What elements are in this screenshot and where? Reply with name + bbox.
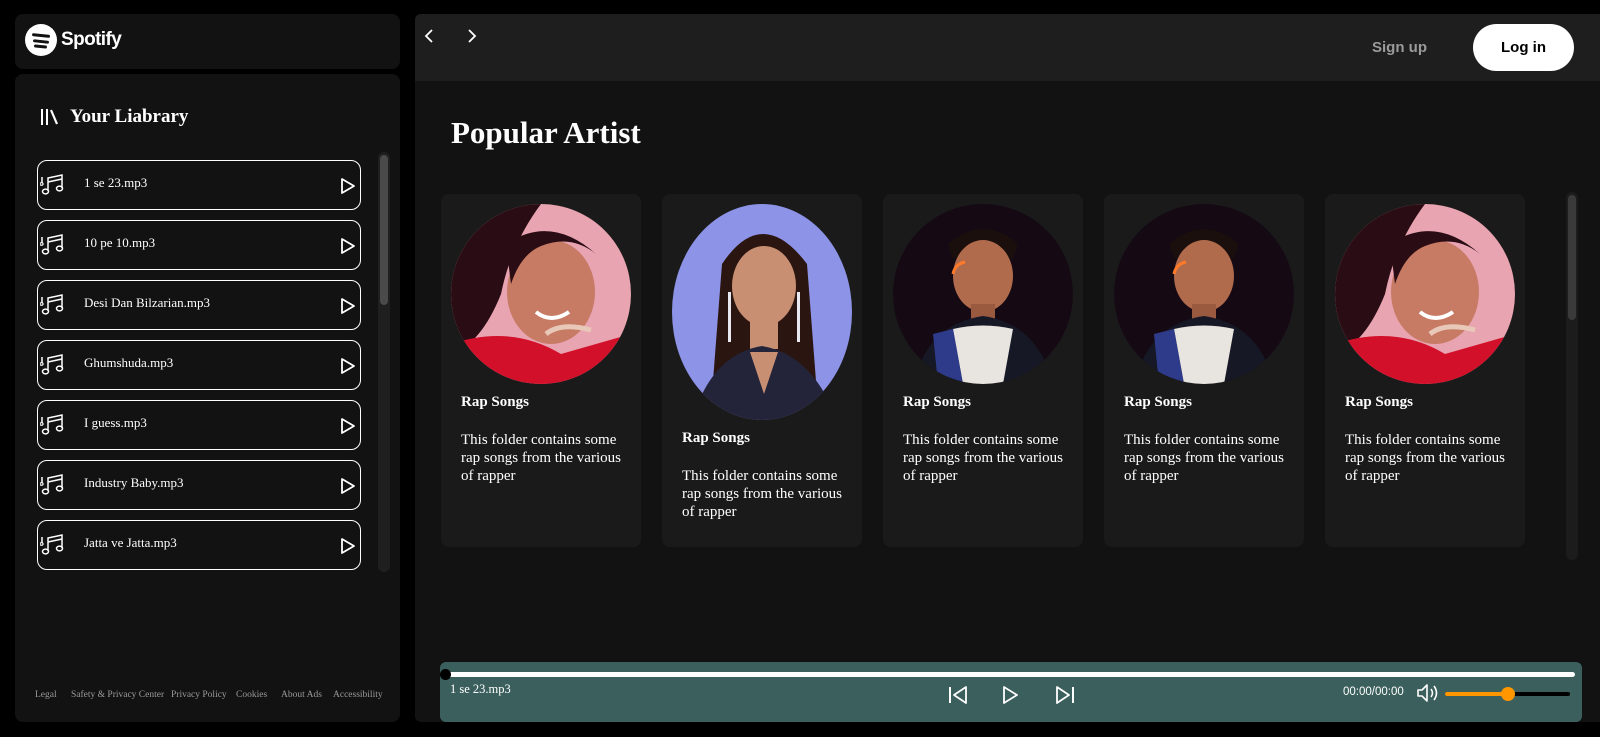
library-panel: Your Liabrary 1 se 23.mp3 10 pe 10.mp3 Des…	[15, 74, 400, 722]
play-icon[interactable]	[337, 296, 357, 316]
play-button[interactable]	[997, 682, 1023, 708]
song-name: Jatta ve Jatta.mp3	[84, 535, 177, 550]
artist-card[interactable]: Rap Songs This folder contains some rap …	[1104, 194, 1304, 547]
section-title: Popular Artist	[451, 115, 641, 150]
artist-image	[672, 204, 852, 420]
volume-level	[1445, 692, 1508, 696]
skip-back-icon	[949, 686, 967, 704]
artist-image	[893, 204, 1073, 384]
song-name: Desi Dan Bilzarian.mp3	[84, 295, 210, 310]
song-item[interactable]: Jatta ve Jatta.mp3	[37, 520, 361, 570]
footer-link-cookies[interactable]: Cookies	[236, 690, 281, 701]
brand-name: Spotify	[61, 29, 122, 50]
library-icon	[41, 109, 59, 125]
song-name: 10 pe 10.mp3	[84, 235, 156, 250]
cards-scrollbar[interactable]	[1566, 192, 1578, 560]
volume-handle[interactable]	[1500, 687, 1515, 701]
music-note-icon	[40, 294, 64, 315]
song-name: Ghumshuda.mp3	[84, 355, 174, 370]
seek-bar[interactable]	[445, 672, 1575, 677]
forward-button[interactable]	[461, 25, 483, 47]
music-note-icon	[40, 414, 64, 435]
play-icon[interactable]	[337, 356, 357, 376]
footer-link-legal[interactable]: Legal	[35, 690, 71, 701]
music-note-icon	[40, 234, 64, 255]
music-note-icon	[40, 474, 64, 495]
logo-panel: Spotify	[15, 14, 400, 69]
artist-card[interactable]: Rap Songs This folder contains some rap …	[441, 194, 641, 547]
artist-cards: Rap Songs This folder contains some rap …	[441, 194, 1541, 547]
song-item[interactable]: I guess.mp3	[37, 400, 361, 450]
volume-slider[interactable]	[1445, 687, 1570, 701]
song-item[interactable]: Ghumshuda.mp3	[37, 340, 361, 390]
seek-handle[interactable]	[440, 669, 451, 680]
library-title: Your Liabrary	[70, 106, 189, 127]
signup-button[interactable]: Sign up	[1372, 39, 1427, 56]
footer-link-ads[interactable]: About Ads	[281, 690, 333, 701]
artist-image	[1335, 204, 1515, 384]
footer-links: Legal Safety & Privacy Center Privacy Po…	[35, 690, 395, 701]
volume-icon[interactable]	[1416, 682, 1440, 704]
footer-link-safety[interactable]: Safety & Privacy Center	[71, 690, 171, 701]
main-panel: Sign up Log in Popular Artist Rap Songs …	[415, 14, 1600, 722]
card-title: Rap Songs	[461, 394, 529, 410]
card-description: This folder contains some rap songs from…	[682, 468, 842, 520]
artist-image	[451, 204, 631, 384]
next-button[interactable]	[1052, 682, 1078, 708]
spotify-icon	[25, 24, 57, 56]
song-name: I guess.mp3	[84, 415, 147, 430]
card-title: Rap Songs	[682, 430, 750, 446]
song-item[interactable]: Desi Dan Bilzarian.mp3	[37, 280, 361, 330]
card-description: This folder contains some rap songs from…	[461, 432, 621, 484]
library-header: Your Liabrary	[40, 106, 188, 128]
back-button[interactable]	[418, 25, 440, 47]
music-note-icon	[40, 174, 64, 195]
playbar: 1 se 23.mp3 00:00/00:00	[440, 662, 1582, 722]
play-icon[interactable]	[337, 236, 357, 256]
play-icon[interactable]	[337, 416, 357, 436]
play-icon[interactable]	[337, 176, 357, 196]
music-note-icon	[40, 354, 64, 375]
artist-card[interactable]: Rap Songs This folder contains some rap …	[883, 194, 1083, 547]
card-title: Rap Songs	[1345, 394, 1413, 410]
previous-button[interactable]	[945, 682, 971, 708]
login-button[interactable]: Log in	[1473, 24, 1574, 71]
footer-link-privacy[interactable]: Privacy Policy	[171, 690, 236, 701]
skip-forward-icon	[1056, 686, 1074, 704]
top-header: Sign up Log in	[415, 14, 1600, 81]
card-title: Rap Songs	[1124, 394, 1192, 410]
card-title: Rap Songs	[903, 394, 971, 410]
library-scrollbar[interactable]	[378, 152, 390, 572]
song-list: 1 se 23.mp3 10 pe 10.mp3 Desi Dan Bilzaria…	[37, 160, 361, 648]
artist-card[interactable]: Rap Songs This folder contains some rap …	[1325, 194, 1525, 547]
song-item[interactable]: Industry Baby.mp3	[37, 460, 361, 510]
footer-link-accessibility[interactable]: Accessibility	[333, 690, 383, 701]
artist-card[interactable]: Rap Songs This folder contains some rap …	[662, 194, 862, 547]
card-description: This folder contains some rap songs from…	[903, 432, 1063, 484]
card-description: This folder contains some rap songs from…	[1124, 432, 1284, 484]
chevron-right-icon	[468, 29, 477, 43]
song-item[interactable]: 10 pe 10.mp3	[37, 220, 361, 270]
song-item[interactable]: 1 se 23.mp3	[37, 160, 361, 210]
song-name: 1 se 23.mp3	[84, 175, 148, 190]
time-display: 00:00/00:00	[1343, 686, 1404, 698]
chevron-left-icon	[424, 29, 433, 43]
music-note-icon	[40, 534, 64, 555]
now-playing: 1 se 23.mp3	[450, 682, 511, 696]
card-description: This folder contains some rap songs from…	[1345, 432, 1505, 484]
play-icon[interactable]	[337, 536, 357, 556]
spotify-logo[interactable]: Spotify	[25, 24, 122, 56]
play-icon[interactable]	[337, 476, 357, 496]
artist-image	[1114, 204, 1294, 384]
play-icon	[1003, 686, 1018, 704]
song-name: Industry Baby.mp3	[84, 475, 184, 490]
